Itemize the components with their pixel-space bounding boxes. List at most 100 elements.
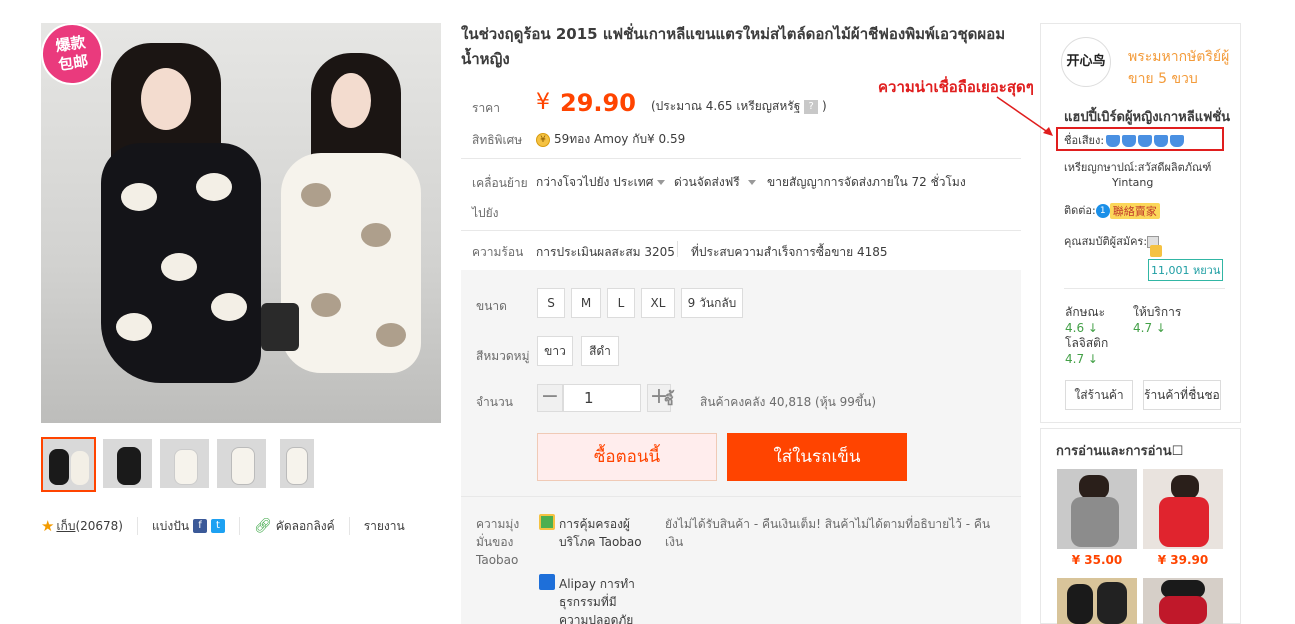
chat-icon[interactable]: 1	[1095, 204, 1110, 218]
hot-label: ความร้อน	[472, 245, 524, 259]
score-logistics-value: 4.7 ↓	[1065, 352, 1098, 366]
review-count[interactable]: การประเมินผลสะสม 3205	[536, 243, 675, 262]
divider	[348, 517, 350, 535]
shipping-label-2: ไปยัง	[472, 206, 499, 220]
thumbnail-4[interactable]	[216, 438, 267, 489]
contact-label: ติดต่อ:	[1064, 204, 1096, 217]
handbag	[261, 303, 299, 351]
score-logistics-label: โลจิสติก	[1065, 336, 1109, 350]
quantity-minus-button[interactable]: −	[537, 384, 563, 412]
product-title: ในช่วงฤดูร้อน 2015 แฟชั่นเกาหลีแขนแตรใหม…	[461, 25, 1006, 68]
arrow-down-icon: ↓	[1155, 321, 1166, 335]
model-face-right	[331, 73, 371, 128]
size-option-xl[interactable]: XL	[641, 288, 675, 318]
privilege-text: 59ทอง Amoy กับ¥ 0.59	[554, 132, 686, 146]
thumbnail-5[interactable]	[279, 438, 315, 489]
report-link[interactable]: รายงาน	[364, 517, 405, 536]
thumbnail-3[interactable]	[159, 438, 210, 489]
divider	[1064, 288, 1225, 289]
black-floral-dress	[101, 143, 261, 383]
enter-shop-button[interactable]: ใส่ร้านค้า	[1065, 380, 1133, 410]
ship-speed-text: ด่วนจัดส่งฟรี	[674, 175, 740, 189]
reco-item-4-image[interactable]	[1143, 578, 1223, 624]
qualification-label: คุณสมบัติผู้สมัคร:	[1064, 235, 1148, 248]
consumer-protection-title[interactable]: การคุ้มครองผู้บริโภค Taobao	[559, 515, 659, 551]
quantity-unit: ชิ้	[664, 393, 674, 409]
privilege-value: ¥59ทอง Amoy กับ¥ 0.59	[536, 130, 685, 149]
size-option-l[interactable]: L	[607, 288, 635, 318]
help-icon[interactable]: ?	[804, 99, 819, 114]
twitter-icon[interactable]: t	[211, 519, 226, 533]
shop-logo[interactable]: 开心鸟	[1061, 37, 1111, 87]
flower-shape	[121, 183, 157, 211]
size-option-return[interactable]: 9 วันกลับ	[681, 288, 743, 318]
divider	[461, 496, 1021, 497]
coin-label: เหรียญกษาปณ์:สวัสดีผลิตภัณฑ์	[1064, 161, 1212, 174]
facebook-icon[interactable]: f	[193, 519, 208, 533]
favorite-label[interactable]: เก็บ	[56, 517, 75, 536]
size-option-s[interactable]: S	[537, 288, 565, 318]
seller-name[interactable]: พระมหากษัตริย์ผู้ขาย 5 ขวบ	[1128, 46, 1233, 90]
price-value: 29.90	[560, 89, 636, 117]
price-approx-text: (ประมาณ 4.65 เหรียญสหรัฐ	[651, 99, 801, 113]
consumer-protection-desc: ยังไม่ได้รับสินค้า - คืนเงินเต็ม! สินค้า…	[665, 517, 991, 549]
color-label: สีหมวดหมู่	[476, 349, 530, 363]
currency-symbol: ¥	[536, 90, 550, 115]
ship-speed-select[interactable]: ด่วนจัดส่งฟรี	[674, 173, 756, 192]
reco-item-3-image[interactable]	[1057, 578, 1137, 624]
white-floral-dress	[281, 153, 421, 373]
flower-shape	[211, 293, 247, 321]
arrow-down-icon: ↓	[1087, 321, 1098, 335]
shipping-label: เคลื่อนย้าย	[472, 176, 528, 190]
score-desc-number: 4.6	[1065, 321, 1085, 335]
main-product-image[interactable]: 爆款 包邮	[41, 23, 441, 423]
copy-link[interactable]: คัดลอกลิงค์	[276, 517, 335, 536]
score-logistics-number: 4.7	[1065, 352, 1085, 366]
score-service-value: 4.7 ↓	[1133, 321, 1166, 335]
flower-shape	[311, 293, 341, 317]
model-face-left	[141, 68, 191, 130]
chevron-down-icon	[747, 180, 756, 185]
quantity-input[interactable]: 1	[563, 384, 641, 412]
reco-item-2-price: ¥ 39.90	[1157, 553, 1209, 567]
reco-item-2-image[interactable]	[1143, 469, 1223, 549]
shop-title[interactable]: แฮปปี้เบิร์ดผู้หญิงเกาหลีแฟชั่น	[1064, 106, 1230, 127]
reco-item-1-image[interactable]	[1057, 469, 1137, 549]
coin-icon: ¥	[536, 132, 550, 147]
ship-from-text: กว่างโจวไปยัง ประเทศ	[536, 175, 654, 189]
add-to-cart-button[interactable]: ใส่ในรถเข็น	[727, 433, 907, 481]
recommendation-title: การอ่านและการอ่าน☐	[1056, 444, 1184, 459]
alipay-icon	[539, 574, 555, 590]
chevron-down-icon	[657, 180, 666, 185]
star-icon[interactable]: ★	[41, 517, 54, 535]
quantity-label: จำนวน	[476, 395, 513, 409]
thumbnail-strip	[41, 437, 315, 492]
score-service-label: ให้บริการ	[1133, 305, 1182, 319]
buy-now-button[interactable]: ซื้อตอนนี้	[537, 433, 717, 481]
promise-label: ความมุ่งมั่นของ Taobao	[476, 517, 520, 567]
ship-from-select[interactable]: กว่างโจวไปยัง ประเทศ	[536, 173, 666, 192]
shield-icon	[539, 514, 555, 530]
qualification-row: คุณสมบัติผู้สมัคร:	[1064, 232, 1160, 250]
privilege-row: สิทธิพิเศษ ¥59ทอง Amoy กับ¥ 0.59	[461, 128, 1021, 150]
flower-shape	[161, 253, 197, 281]
color-option-black[interactable]: สีดำ	[581, 336, 619, 366]
deposit-icon	[1150, 245, 1162, 257]
reco-item-1-price: ¥ 35.00	[1071, 553, 1123, 567]
color-option-white[interactable]: ขาว	[537, 336, 573, 366]
deposit-amount: 11,001 หยวน	[1148, 259, 1224, 281]
favorite-shop-button[interactable]: ร้านค้าที่ชื่นชอบ	[1143, 380, 1221, 410]
divider	[239, 517, 241, 535]
arrow-down-icon: ↓	[1087, 352, 1098, 366]
annotation-highlight-box	[1056, 127, 1224, 151]
contact-seller-button[interactable]: 聯絡賣家	[1109, 203, 1160, 219]
alipay-title[interactable]: Alipay การทำธุรกรรมที่มีความปลอดภัย	[559, 575, 644, 624]
divider	[136, 517, 138, 535]
ship-promise: ขายสัญญาการจัดส่งภายใน 72 ชั่วโมง	[767, 175, 966, 189]
favorite-count: (20678)	[75, 519, 123, 533]
thumbnail-2[interactable]	[102, 438, 153, 489]
contact-row: ติดต่อ: 1 聯絡賣家	[1064, 201, 1160, 219]
score-service-number: 4.7	[1133, 321, 1153, 335]
size-option-m[interactable]: M	[571, 288, 601, 318]
thumbnail-1[interactable]	[41, 437, 96, 492]
